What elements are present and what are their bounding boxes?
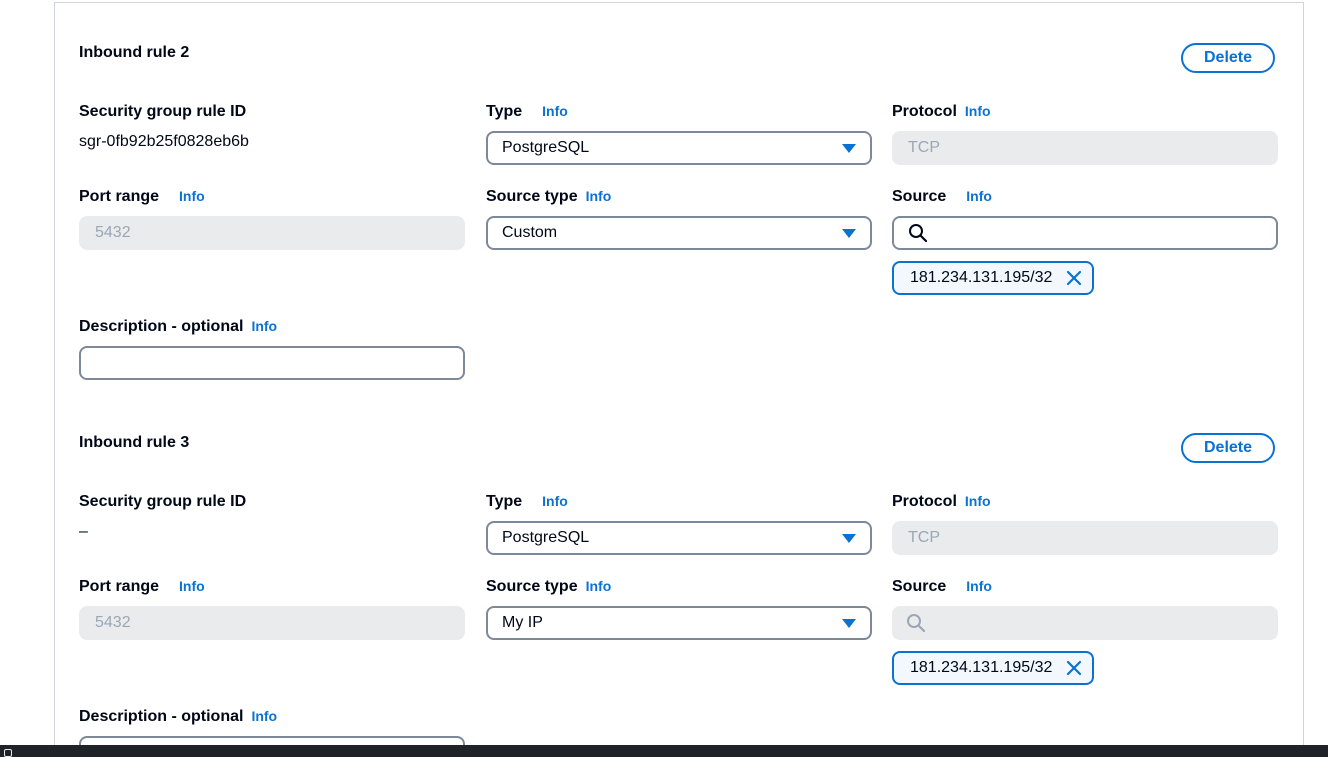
rule-id-label: Security group rule ID bbox=[79, 103, 247, 120]
protocol-info-link[interactable]: Info bbox=[965, 103, 991, 119]
port-range-value: 5432 bbox=[95, 224, 131, 241]
source-type-label: Source type Info bbox=[486, 578, 611, 596]
port-range-label-text: Port range bbox=[79, 578, 160, 595]
search-icon bbox=[907, 614, 926, 633]
close-icon[interactable] bbox=[1066, 660, 1082, 676]
type-label: Type Info bbox=[486, 103, 568, 121]
protocol-info-link[interactable]: Info bbox=[965, 493, 991, 509]
type-label-text: Type bbox=[486, 103, 523, 120]
port-range-label: Port range Info bbox=[79, 188, 205, 206]
caret-down-icon bbox=[842, 228, 856, 238]
port-range-info-link[interactable]: Info bbox=[179, 578, 205, 594]
source-type-select-value: Custom bbox=[502, 224, 558, 241]
description-label-text: Description - optional bbox=[79, 708, 244, 725]
rule-id-label: Security group rule ID bbox=[79, 493, 247, 510]
port-range-field: 5432 bbox=[79, 606, 465, 640]
close-icon[interactable] bbox=[1066, 270, 1082, 286]
protocol-value: TCP bbox=[908, 529, 940, 546]
source-info-link[interactable]: Info bbox=[966, 578, 992, 594]
description-info-link[interactable]: Info bbox=[251, 318, 277, 334]
source-type-label-text: Source type bbox=[486, 188, 578, 205]
description-label: Description - optional Info bbox=[79, 318, 277, 336]
inbound-rules-panel: Inbound rule 2 Delete Security group rul… bbox=[54, 2, 1304, 746]
source-type-label: Source type Info bbox=[486, 188, 611, 206]
source-type-label-text: Source type bbox=[486, 578, 578, 595]
protocol-value: TCP bbox=[908, 139, 940, 156]
port-range-field: 5432 bbox=[79, 216, 465, 250]
type-info-link[interactable]: Info bbox=[542, 103, 568, 119]
type-select[interactable]: PostgreSQL bbox=[486, 131, 872, 165]
taskbar bbox=[0, 745, 1328, 757]
description-info-link[interactable]: Info bbox=[251, 708, 277, 724]
port-range-info-link[interactable]: Info bbox=[179, 188, 205, 204]
source-type-select[interactable]: Custom bbox=[486, 216, 872, 250]
port-range-label: Port range Info bbox=[79, 578, 205, 596]
description-label: Description - optional Info bbox=[79, 708, 277, 726]
caret-down-icon bbox=[842, 533, 856, 543]
source-label: Source Info bbox=[892, 578, 992, 596]
type-info-link[interactable]: Info bbox=[542, 493, 568, 509]
description-label-text: Description - optional bbox=[79, 318, 244, 335]
caret-down-icon bbox=[842, 618, 856, 628]
source-token: 181.234.131.195/32 bbox=[892, 261, 1095, 295]
delete-button[interactable]: Delete bbox=[1181, 43, 1275, 73]
delete-button[interactable]: Delete bbox=[1181, 433, 1275, 463]
rule-id-value: – bbox=[79, 523, 88, 540]
type-select-value: PostgreSQL bbox=[502, 529, 590, 546]
source-type-select[interactable]: My IP bbox=[486, 606, 872, 640]
rule-title: Inbound rule 2 bbox=[79, 44, 190, 61]
source-label-text: Source bbox=[892, 578, 947, 595]
window-icon[interactable] bbox=[4, 749, 12, 757]
source-token-label: 181.234.131.195/32 bbox=[910, 659, 1053, 676]
source-info-link[interactable]: Info bbox=[966, 188, 992, 204]
source-type-info-link[interactable]: Info bbox=[586, 188, 612, 204]
description-input[interactable] bbox=[79, 346, 465, 380]
rule-id-value: sgr-0fb92b25f0828eb6b bbox=[79, 133, 249, 150]
search-icon bbox=[909, 224, 928, 243]
protocol-label: Protocol Info bbox=[892, 103, 991, 121]
port-range-value: 5432 bbox=[95, 614, 131, 631]
protocol-label-text: Protocol bbox=[892, 493, 957, 510]
type-select-value: PostgreSQL bbox=[502, 139, 590, 156]
source-token: 181.234.131.195/32 bbox=[892, 651, 1095, 685]
source-type-select-value: My IP bbox=[502, 614, 543, 631]
port-range-label-text: Port range bbox=[79, 188, 160, 205]
protocol-field: TCP bbox=[892, 521, 1278, 555]
rule-title: Inbound rule 3 bbox=[79, 434, 190, 451]
source-label-text: Source bbox=[892, 188, 947, 205]
source-type-info-link[interactable]: Info bbox=[586, 578, 612, 594]
source-token-label: 181.234.131.195/32 bbox=[910, 269, 1053, 286]
type-select[interactable]: PostgreSQL bbox=[486, 521, 872, 555]
source-search-input[interactable] bbox=[892, 216, 1278, 250]
protocol-label: Protocol Info bbox=[892, 493, 991, 511]
protocol-label-text: Protocol bbox=[892, 103, 957, 120]
caret-down-icon bbox=[842, 143, 856, 153]
source-search-input bbox=[892, 606, 1278, 640]
source-label: Source Info bbox=[892, 188, 992, 206]
type-label: Type Info bbox=[486, 493, 568, 511]
protocol-field: TCP bbox=[892, 131, 1278, 165]
type-label-text: Type bbox=[486, 493, 523, 510]
